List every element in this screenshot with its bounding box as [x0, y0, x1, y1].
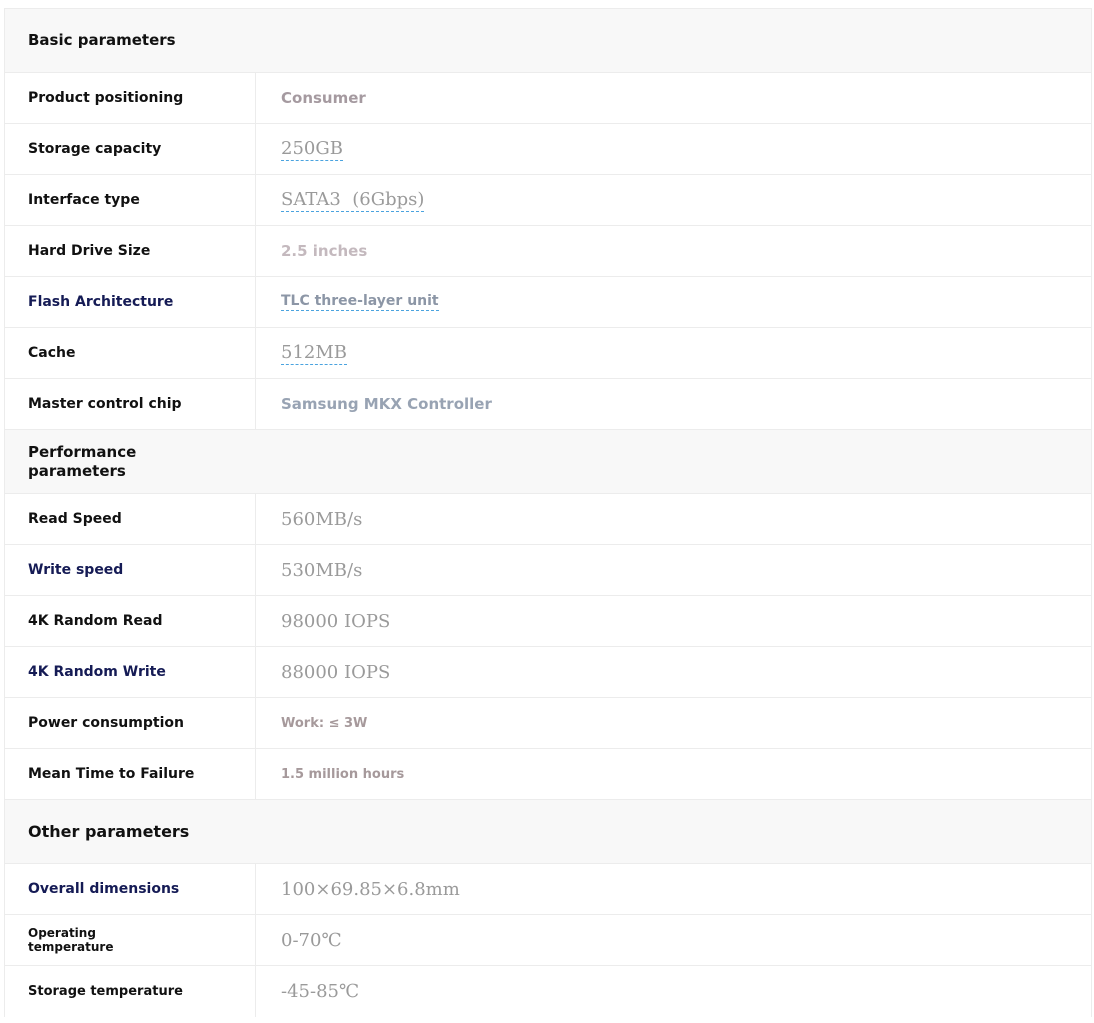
- row-value: 1.5 million hours: [281, 766, 405, 782]
- table-row: Cache 512MB: [5, 328, 1091, 379]
- section-title: Other parameters: [28, 822, 190, 841]
- row-value: -45-85℃: [281, 981, 360, 1002]
- row-label: Product positioning: [28, 89, 184, 106]
- row-label: 4K Random Read: [28, 612, 163, 629]
- row-label: Operating temperature: [28, 926, 114, 954]
- table-row: 4K Random Read 98000 IOPS: [5, 596, 1091, 647]
- row-value-link[interactable]: 512MB: [281, 342, 348, 365]
- row-label: Master control chip: [28, 395, 182, 412]
- row-label: Mean Time to Failure: [28, 765, 195, 782]
- table-row: Storage capacity 250GB: [5, 124, 1091, 175]
- table-row: Flash Architecture TLC three-layer unit: [5, 277, 1091, 328]
- section-header-basic: Basic parameters: [5, 9, 1091, 73]
- row-value: 530MB/s: [281, 559, 363, 581]
- table-row: Overall dimensions 100×69.85×6.8mm: [5, 864, 1091, 915]
- row-label: Storage capacity: [28, 140, 162, 157]
- row-value: 560MB/s: [281, 508, 363, 530]
- row-value: 98000 IOPS: [281, 610, 391, 632]
- table-row: Write speed 530MB/s: [5, 545, 1091, 596]
- row-value: 88000 IOPS: [281, 661, 391, 683]
- table-row: Hard Drive Size 2.5 inches: [5, 226, 1091, 277]
- section-title: Performance parameters: [28, 442, 137, 480]
- section-header-other: Other parameters: [5, 800, 1091, 864]
- section-title: Basic parameters: [28, 31, 176, 49]
- row-label: Flash Architecture: [28, 293, 174, 310]
- row-label: Storage temperature: [28, 984, 183, 999]
- table-row: Storage temperature -45-85℃: [5, 966, 1091, 1017]
- row-value-link[interactable]: 250GB: [281, 138, 343, 161]
- row-value: Work: ≤ 3W: [281, 715, 368, 731]
- section-header-performance: Performance parameters: [5, 430, 1091, 494]
- row-label: 4K Random Write: [28, 663, 166, 680]
- table-row: Power consumption Work: ≤ 3W: [5, 698, 1091, 749]
- table-row: Operating temperature 0-70℃: [5, 915, 1091, 966]
- spec-table: Basic parameters Product positioning Con…: [4, 8, 1092, 1017]
- row-label: Read Speed: [28, 510, 122, 527]
- row-label: Hard Drive Size: [28, 242, 151, 259]
- row-value: Samsung MKX Controller: [281, 395, 492, 413]
- table-row: 4K Random Write 88000 IOPS: [5, 647, 1091, 698]
- row-label: Interface type: [28, 191, 140, 208]
- row-label: Overall dimensions: [28, 880, 180, 897]
- row-label: Power consumption: [28, 714, 184, 731]
- row-value: Consumer: [281, 89, 366, 107]
- table-row: Mean Time to Failure 1.5 million hours: [5, 749, 1091, 800]
- row-value-link[interactable]: SATA3 (6Gbps): [281, 189, 425, 212]
- table-row: Product positioning Consumer: [5, 73, 1091, 124]
- row-value-link[interactable]: TLC three-layer unit: [281, 293, 439, 311]
- table-row: Read Speed 560MB/s: [5, 494, 1091, 545]
- table-row: Master control chip Samsung MKX Controll…: [5, 379, 1091, 430]
- row-value: 100×69.85×6.8mm: [281, 878, 460, 900]
- table-row: Interface type SATA3 (6Gbps): [5, 175, 1091, 226]
- row-label: Cache: [28, 344, 76, 361]
- row-value: 2.5 inches: [281, 242, 368, 260]
- row-label: Write speed: [28, 561, 124, 578]
- row-value: 0-70℃: [281, 929, 342, 951]
